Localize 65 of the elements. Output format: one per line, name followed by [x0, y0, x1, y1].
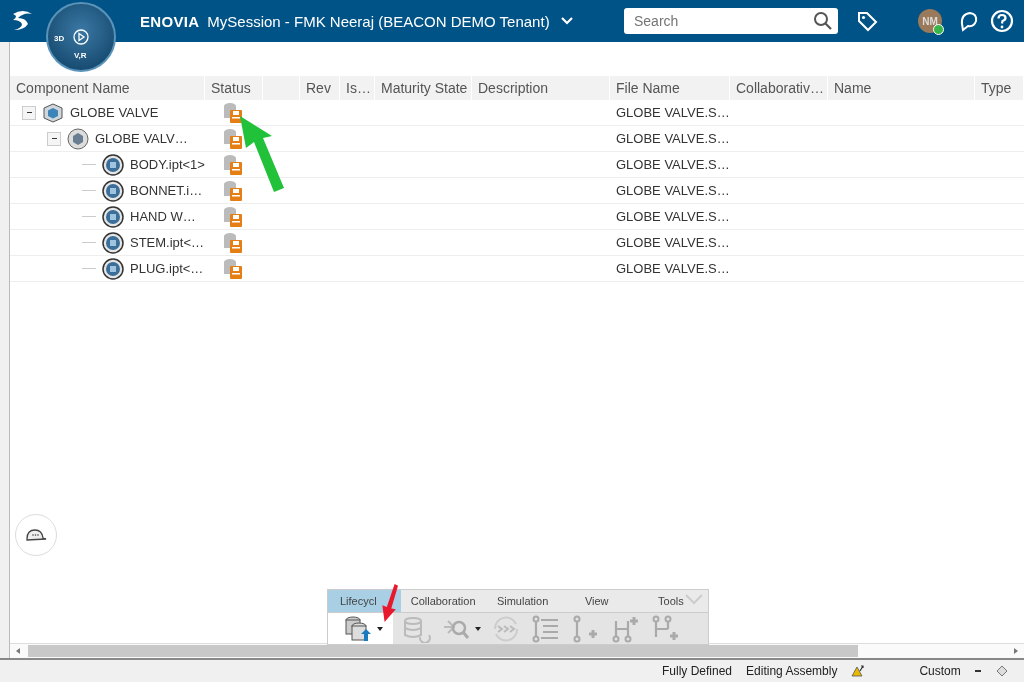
database-upload-icon — [344, 614, 374, 643]
play-icon — [73, 29, 89, 45]
pointer-arrow-annotation — [379, 584, 398, 622]
scroll-right-icon[interactable] — [1012, 647, 1020, 655]
help-icon[interactable] — [990, 9, 1014, 33]
column-header[interactable]: Name — [828, 76, 975, 100]
file-name: GLOBE VALVE.S… — [616, 261, 730, 276]
component-name[interactable]: STEM.ipt<… — [130, 235, 205, 250]
column-header[interactable]: Rev — [300, 76, 340, 100]
tree-list-icon — [531, 614, 561, 643]
collapse-toggle[interactable] — [47, 131, 61, 146]
toolbar-tab[interactable]: Collaboration — [400, 590, 486, 612]
tag-icon[interactable] — [856, 10, 878, 32]
database-save-icon — [223, 205, 243, 228]
component-name[interactable]: HAND W… — [130, 209, 196, 224]
database-save-icon — [223, 127, 243, 150]
status-text: Fully Defined — [662, 664, 733, 678]
database-refresh-icon — [402, 614, 432, 643]
warning-update-icon[interactable] — [851, 664, 866, 678]
column-header[interactable]: Status — [205, 76, 263, 100]
add-branch-icon — [651, 614, 681, 643]
subassembly-icon — [67, 127, 89, 150]
compass-button[interactable]: 3D V,R — [46, 2, 116, 72]
file-name: GLOBE VALVE.S… — [616, 105, 730, 120]
file-name: GLOBE VALVE.S… — [616, 157, 730, 172]
component-name[interactable]: PLUG.ipt<… — [130, 261, 204, 276]
database-save-icon — [223, 231, 243, 254]
column-header[interactable]: Type — [975, 76, 1024, 100]
database-save-icon — [223, 153, 243, 176]
helmet-chat-button[interactable] — [15, 514, 57, 556]
column-header[interactable]: Component Name — [10, 76, 205, 100]
file-name: GLOBE VALVE.S… — [616, 235, 730, 250]
file-name: GLOBE VALVE.S… — [616, 183, 730, 198]
assembly-cube-icon — [42, 101, 64, 124]
component-name[interactable]: GLOBE VALVE — [70, 105, 159, 120]
helmet-icon — [24, 527, 48, 543]
component-name[interactable]: BODY.ipt<1> — [130, 157, 205, 172]
search-field[interactable]: Search — [624, 8, 838, 34]
mode-selector[interactable]: Custom — [919, 664, 961, 678]
toolbar-tab[interactable]: Simulation — [485, 590, 560, 612]
column-header[interactable]: Description — [472, 76, 610, 100]
column-header[interactable]: File Name — [610, 76, 730, 100]
toolbar-tool-button[interactable] — [328, 613, 393, 644]
search-icon[interactable] — [813, 11, 833, 31]
database-save-icon — [223, 257, 243, 280]
scroll-left-icon[interactable] — [14, 647, 22, 655]
toolbar-tab[interactable]: Tools — [633, 590, 708, 612]
column-header[interactable]: Is… — [340, 76, 375, 100]
add-branch-icon — [611, 614, 641, 643]
column-header[interactable]: Maturity State — [375, 76, 472, 100]
database-save-icon — [223, 179, 243, 202]
status-text: Editing Assembly — [746, 664, 838, 678]
file-name: GLOBE VALVE.S… — [616, 131, 730, 146]
component-name[interactable]: BONNET.i… — [130, 183, 203, 198]
column-header[interactable]: Collaborativ… — [730, 76, 828, 100]
horizontal-scrollbar[interactable] — [28, 645, 858, 657]
component-name[interactable]: GLOBE VALV… — [95, 131, 188, 146]
chat-bubble-icon[interactable] — [958, 10, 980, 32]
app-brand: ENOVIA — [140, 12, 200, 30]
session-title[interactable]: MySession - FMK Neeraj (BEACON DEMO Tenant) — [207, 12, 550, 30]
collapse-toggle[interactable] — [22, 105, 36, 120]
file-name: GLOBE VALVE.S… — [616, 209, 730, 224]
database-save-icon — [223, 101, 243, 124]
toolbar-tab[interactable]: View — [559, 590, 634, 612]
toolbar-tab[interactable]: Lifecycl — [328, 590, 401, 612]
